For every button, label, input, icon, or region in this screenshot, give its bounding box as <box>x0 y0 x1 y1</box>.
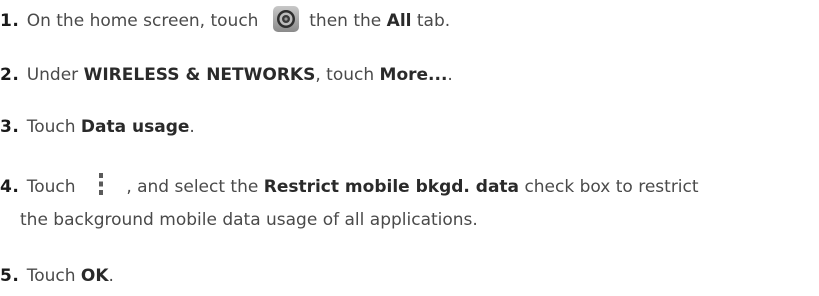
step-text: . <box>447 65 453 85</box>
ok-label: OK <box>80 266 109 286</box>
step-number: 4. <box>0 177 20 197</box>
step-text: Under <box>26 65 79 85</box>
step-text: . <box>108 266 114 286</box>
step-2: 2. Under WIRELESS & NETWORKS, touch More… <box>0 64 453 86</box>
step-text: Touch <box>26 117 76 137</box>
step-text: On the home screen, touch <box>26 11 259 31</box>
wireless-networks-label: WIRELESS & NETWORKS <box>83 65 316 85</box>
restrict-data-label: Restrict mobile bkgd. data <box>263 177 520 197</box>
step-4-continued: the background mobile data usage of all … <box>20 210 478 230</box>
step-number: 2. <box>0 65 20 85</box>
step-number: 5. <box>0 266 20 286</box>
step-text: , touch <box>315 65 375 85</box>
step-text: . <box>189 117 195 137</box>
step-text: check box to restrict <box>524 177 699 197</box>
step-text: tab. <box>416 11 451 31</box>
more-label: More... <box>379 65 448 85</box>
step-3: 3. Touch Data usage. <box>0 116 195 138</box>
step-1: 1. On the home screen, touch then the Al… <box>0 6 451 33</box>
step-4: 4. Touch , and select the Restrict mobil… <box>0 173 699 198</box>
step-text: then the <box>309 11 382 31</box>
data-usage-label: Data usage <box>80 117 190 137</box>
step-text: , and select the <box>126 177 259 197</box>
step-number: 1. <box>0 11 20 31</box>
step-text: Touch <box>26 266 76 286</box>
all-tab-label: All <box>386 11 412 31</box>
menu-dots-icon <box>98 173 103 195</box>
step-5: 5. Touch OK. <box>0 265 114 287</box>
step-text: Touch <box>26 177 76 197</box>
settings-gear-icon <box>272 6 299 32</box>
step-number: 3. <box>0 117 20 137</box>
